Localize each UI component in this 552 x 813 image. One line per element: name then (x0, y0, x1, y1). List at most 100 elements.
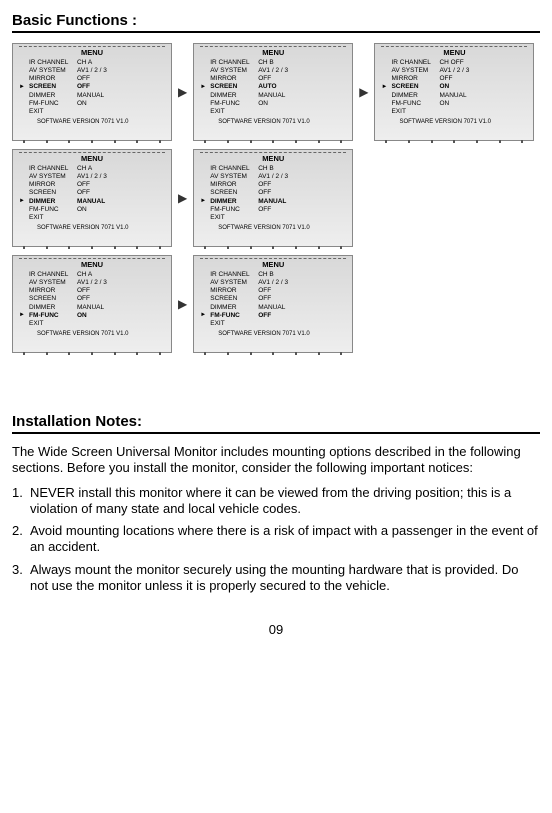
menu-row-av: AV SYSTEM AV1 / 2 / 3 (29, 279, 171, 287)
menu-val-dim: MANUAL (258, 304, 285, 312)
dash-line (200, 152, 346, 153)
menu-val-fm: ON (77, 100, 87, 108)
menu-val-dim: MANUAL (77, 198, 105, 206)
menu-key-dim: DIMMER (210, 92, 258, 100)
install-notes-title: Installation Notes: (12, 413, 540, 434)
menu-val-av: AV1 / 2 / 3 (258, 67, 288, 75)
menu-val-ir: CH B (258, 59, 274, 67)
install-item-text: Always mount the monitor securely using … (30, 562, 518, 593)
menu-val-mir: OFF (258, 181, 271, 189)
menu-key-exit: EXIT (210, 214, 258, 222)
arrow-right-icon: ▶ (178, 191, 187, 205)
menu-key-av: AV SYSTEM (210, 279, 258, 287)
menu-title: MENU (194, 48, 352, 57)
menu-key-fm: FM-FUNC (210, 206, 258, 214)
menu-val-dim: MANUAL (258, 198, 286, 206)
menu-key-ir: IR CHANNEL (210, 59, 258, 67)
menu-row-mir: MIRROR OFF (210, 181, 352, 189)
menu-row-exit: EXIT (210, 214, 352, 222)
menu-row-scr: SCREEN ON (391, 83, 533, 91)
osd-screen-2: MENU IR CHANNEL CH OFF AV SYSTEM AV1 / 2… (374, 43, 534, 141)
menu-row-av: AV SYSTEM AV1 / 2 / 3 (391, 67, 533, 75)
dash-line (381, 46, 527, 47)
install-item-text: Avoid mounting locations where there is … (30, 523, 538, 554)
menu-row-scr: SCREEN OFF (29, 189, 171, 197)
menu-row-fm: FM-FUNC ON (29, 206, 171, 214)
menu-val-av: AV1 / 2 / 3 (439, 67, 469, 75)
menu-title: MENU (13, 260, 171, 269)
software-version: SOFTWARE VERSION 7071 V1.0 (218, 331, 352, 337)
menu-row-exit: EXIT (391, 108, 533, 116)
menu-row-fm: FM-FUNC OFF (210, 206, 352, 214)
menu-val-ir: CH A (77, 271, 92, 279)
menu-key-scr: SCREEN (210, 83, 258, 91)
menu-val-ir: CH A (77, 59, 92, 67)
menu-key-dim: DIMMER (210, 198, 258, 206)
menu-row-av: AV SYSTEM AV1 / 2 / 3 (29, 67, 171, 75)
menu-key-av: AV SYSTEM (391, 67, 439, 75)
software-version: SOFTWARE VERSION 7071 V1.0 (399, 119, 533, 125)
menu-row-fm: FM-FUNC ON (391, 100, 533, 108)
menu-key-dim: DIMMER (391, 92, 439, 100)
menu-val-av: AV1 / 2 / 3 (77, 173, 107, 181)
menu-key-av: AV SYSTEM (210, 173, 258, 181)
dash-line (19, 152, 165, 153)
software-version: SOFTWARE VERSION 7071 V1.0 (37, 225, 171, 231)
menu-row-scr: SCREEN OFF (210, 189, 352, 197)
menu-row-ir: IR CHANNEL CH A (29, 165, 171, 173)
arrow-right-icon: ▶ (359, 85, 368, 99)
menu-key-ir: IR CHANNEL (210, 165, 258, 173)
menu-key-av: AV SYSTEM (29, 279, 77, 287)
menu-key-exit: EXIT (210, 320, 258, 328)
menu-val-dim: MANUAL (439, 92, 466, 100)
menu-val-fm: OFF (258, 206, 271, 214)
menu-row-scr: SCREEN AUTO (210, 83, 352, 91)
menu-row-av: AV SYSTEM AV1 / 2 / 3 (210, 279, 352, 287)
menu-row-mir: MIRROR OFF (29, 75, 171, 83)
menu-key-dim: DIMMER (29, 198, 77, 206)
menu-val-ir: CH B (258, 165, 274, 173)
menu-row-mir: MIRROR OFF (29, 287, 171, 295)
dash-line (200, 46, 346, 47)
menu-title: MENU (13, 154, 171, 163)
menu-key-scr: SCREEN (210, 189, 258, 197)
menu-val-scr: OFF (258, 295, 271, 303)
dash-line (200, 258, 346, 259)
menu-key-mir: MIRROR (210, 287, 258, 295)
arrow-right-icon: ▶ (178, 85, 187, 99)
menu-key-scr: SCREEN (29, 83, 77, 91)
menu-val-fm: ON (439, 100, 449, 108)
menu-key-mir: MIRROR (210, 75, 258, 83)
menu-key-av: AV SYSTEM (210, 67, 258, 75)
menu-val-dim: MANUAL (77, 304, 104, 312)
menu-val-mir: OFF (439, 75, 452, 83)
menu-row-exit: EXIT (29, 214, 171, 222)
menu-row-exit: EXIT (29, 320, 171, 328)
dash-line (19, 46, 165, 47)
menu-val-av: AV1 / 2 / 3 (258, 279, 288, 287)
menu-val-mir: OFF (77, 75, 90, 83)
software-version: SOFTWARE VERSION 7071 V1.0 (37, 331, 171, 337)
menu-key-fm: FM-FUNC (29, 100, 77, 108)
menu-val-scr: OFF (77, 295, 90, 303)
menu-val-ir: CH A (77, 165, 92, 173)
menu-row-mir: MIRROR OFF (391, 75, 533, 83)
menu-title: MENU (194, 260, 352, 269)
menu-key-ir: IR CHANNEL (210, 271, 258, 279)
menu-key-exit: EXIT (29, 108, 77, 116)
menu-val-scr: OFF (77, 189, 90, 197)
menu-row-ir: IR CHANNEL CH OFF (391, 59, 533, 67)
menu-key-scr: SCREEN (210, 295, 258, 303)
install-item-text: NEVER install this monitor where it can … (30, 485, 511, 516)
menu-row-exit: EXIT (210, 108, 352, 116)
install-item-3: 3. Always mount the monitor securely usi… (12, 562, 540, 595)
menu-val-dim: MANUAL (77, 92, 104, 100)
menu-val-ir: CH OFF (439, 59, 463, 67)
menu-val-ir: CH B (258, 271, 274, 279)
menu-key-scr: SCREEN (391, 83, 439, 91)
menu-row-fm: FM-FUNC ON (210, 100, 352, 108)
install-item-1: 1. NEVER install this monitor where it c… (12, 485, 540, 518)
menu-val-scr: OFF (77, 83, 90, 91)
menu-val-fm: OFF (258, 312, 271, 320)
menu-row-mir: MIRROR OFF (210, 287, 352, 295)
